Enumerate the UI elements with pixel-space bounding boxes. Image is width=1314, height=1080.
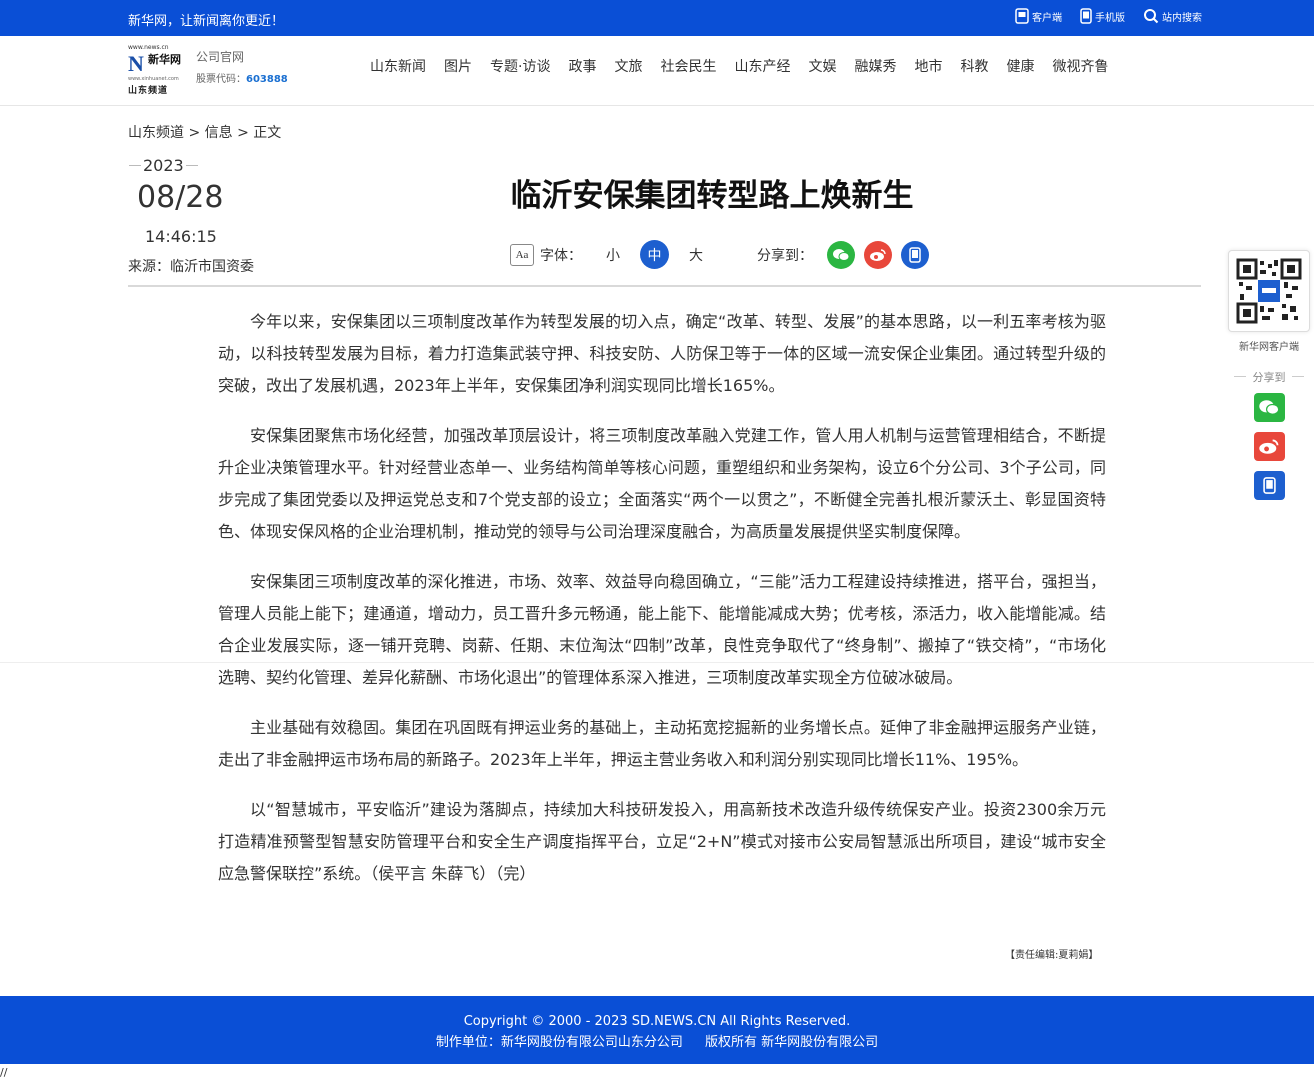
article-paragraph: 主业基础有效稳固。集团在巩固既有押运业务的基础上，主动拓宽挖掘新的业务增长点。延… (218, 718, 1106, 769)
float-share-label: 分享到 (1228, 369, 1310, 385)
weibo-icon (1259, 439, 1279, 454)
float-wechat-button[interactable] (1253, 393, 1285, 422)
nav-item[interactable]: 微视齐鲁 (1052, 56, 1108, 76)
font-size-medium[interactable]: 中 (640, 240, 669, 269)
footer-info: 制作单位：新华网股份有限公司山东分公司 版权所有 新华网股份有限公司 (0, 1031, 1314, 1050)
wechat-icon (833, 248, 850, 261)
article-paragraph: 今年以来，安保集团以三项制度改革作为转型发展的切入点，确定“改革、转型、发展”的… (218, 312, 1106, 395)
corner-text: // (0, 1066, 8, 1079)
header-divider (128, 285, 1201, 287)
site-search-link[interactable]: 站内搜索 (1143, 8, 1202, 24)
logo-mark: N (128, 51, 144, 76)
footer-producer: 制作单位：新华网股份有限公司山东分公司 (435, 1035, 683, 1050)
client-icon (1015, 8, 1029, 24)
stock-code[interactable]: 603888 (246, 74, 288, 85)
phone-icon (1262, 477, 1276, 494)
font-size-large[interactable]: 大 (689, 245, 703, 265)
mobile-share-button[interactable] (901, 240, 929, 269)
logo-brand: 新华网 (148, 53, 181, 66)
stock-info: 股票代码：603888 (196, 70, 288, 85)
client-link-label: 客户端 (1032, 12, 1062, 24)
client-link[interactable]: 客户端 (1015, 8, 1062, 24)
phone-icon (909, 246, 921, 263)
company-site-link[interactable]: 公司官网 (196, 48, 244, 65)
wechat-icon (1259, 400, 1280, 415)
float-weibo-button[interactable] (1253, 432, 1285, 461)
logo-channel: 山东频道 (128, 86, 169, 96)
breadcrumb[interactable]: 山东频道 > 信息 > 正文 (128, 122, 281, 142)
nav-item[interactable]: 山东产经 (734, 56, 790, 76)
stock-label: 股票代码： (196, 74, 246, 85)
font-size-icon: Aa (510, 243, 534, 266)
nav-item[interactable]: 山东新闻 (370, 56, 426, 76)
article-tools: Aa 字体： 小 中 大 分享到： (510, 240, 938, 269)
article-paragraph: 安保集团三项制度改革的深化推进，市场、效率、效益导向稳固确立，“三能”活力工程建… (218, 572, 1106, 687)
mobile-link[interactable]: 手机版 (1080, 8, 1125, 24)
share-label: 分享到： (757, 247, 813, 264)
weibo-share-button[interactable] (864, 240, 892, 269)
logo-url-top: www.news.cn (128, 44, 169, 51)
font-size-label: 字体： (540, 247, 582, 264)
search-icon (1143, 8, 1159, 24)
publish-time: 14:46:15 (145, 227, 217, 246)
wechat-share-button[interactable] (827, 240, 855, 269)
main-nav: 山东新闻 图片 专题·访谈 政事 文旅 社会民生 山东产经 文娱 融媒秀 地市 … (370, 56, 1108, 76)
site-footer: Copyright © 2000 - 2023 SD.NEWS.CN All R… (0, 996, 1314, 1064)
float-mobile-button[interactable] (1253, 471, 1285, 500)
nav-item[interactable]: 专题·访谈 (490, 56, 550, 76)
footer-copyright: Copyright © 2000 - 2023 SD.NEWS.CN All R… (463, 1014, 851, 1029)
nav-item[interactable]: 融媒秀 (854, 56, 896, 76)
nav-item[interactable]: 文娱 (808, 56, 836, 76)
nav-item[interactable]: 图片 (444, 56, 472, 76)
site-search-label: 站内搜索 (1162, 12, 1202, 24)
mobile-link-label: 手机版 (1095, 12, 1125, 24)
slogan: 新华网，让新闻离你更近！ (128, 14, 285, 29)
nav-item[interactable]: 健康 (1006, 56, 1034, 76)
article-paragraph: 以“智慧城市，平安临沂”建设为落脚点，持续加大科技研发投入，用高新技术改造升级传… (218, 800, 1106, 883)
nav-item[interactable]: 地市 (914, 56, 942, 76)
article-title: 临沂安保集团转型路上焕新生 (510, 178, 914, 214)
qr-code (1228, 250, 1310, 332)
qr-caption: 新华网客户端 (1239, 342, 1299, 353)
top-links: 客户端 手机版 站内搜索 (1015, 8, 1202, 24)
nav-item[interactable]: 政事 (568, 56, 596, 76)
float-share-panel: 新华网客户端 分享到 (1228, 250, 1310, 500)
nav-item[interactable]: 社会民生 (660, 56, 716, 76)
article-source: 来源：临沂市国资委 (128, 259, 254, 275)
article-paragraph: 安保集团聚焦市场化经营，加强改革顶层设计，将三项制度改革融入党建工作，管人用人机… (218, 426, 1106, 541)
article-body: 今年以来，安保集团以三项制度改革作为转型发展的切入点，确定“改革、转型、发展”的… (218, 306, 1106, 908)
nav-item[interactable]: 科教 (960, 56, 988, 76)
top-bar: 新华网，让新闻离你更近！ 客户端 手机版 站内搜索 (0, 0, 1314, 36)
logo-url-bottom: www.xinhuanet.com (128, 76, 179, 82)
nav-item[interactable]: 文旅 (614, 56, 642, 76)
site-header: www.news.cn N 新华网 www.xinhuanet.com 山东频道… (0, 36, 1314, 106)
weibo-icon (870, 248, 886, 261)
footer-rights: 版权所有 新华网股份有限公司 (704, 1035, 879, 1050)
font-size-small[interactable]: 小 (606, 245, 620, 265)
site-logo[interactable]: www.news.cn N 新华网 www.xinhuanet.com 山东频道 (128, 44, 186, 96)
mobile-icon (1080, 8, 1092, 24)
responsible-editor: 【责任编辑:夏莉娟】 (1005, 950, 1099, 961)
